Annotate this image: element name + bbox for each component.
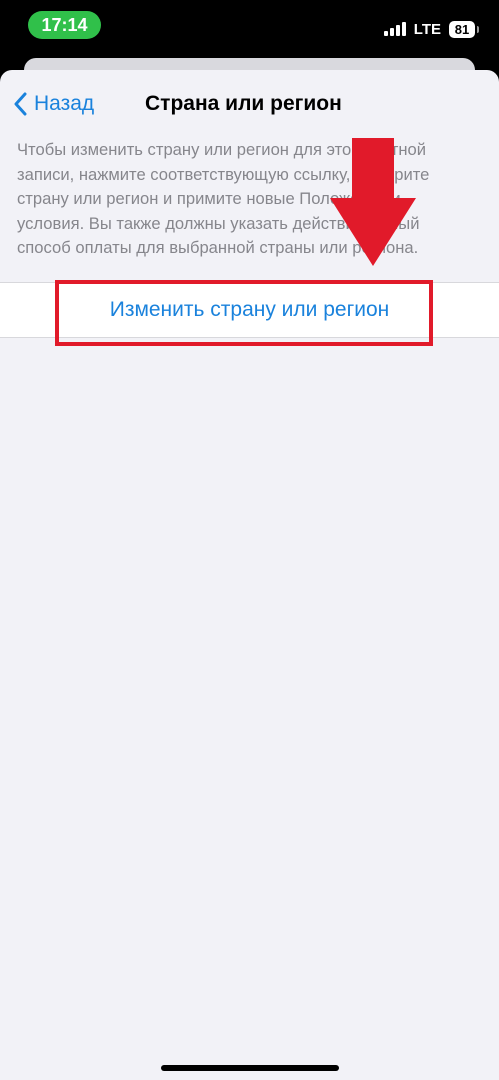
back-button-label: Назад — [34, 92, 95, 115]
screen: 17:14 LTE 81 Назад Страна или регион Что… — [0, 0, 499, 1080]
status-bar: 17:14 LTE 81 — [0, 0, 499, 56]
change-region-link[interactable]: Изменить страну или регион — [0, 283, 499, 337]
country-region-sheet: Назад Страна или регион Чтобы изменить с… — [0, 70, 499, 1080]
home-indicator[interactable] — [161, 1065, 339, 1071]
back-button[interactable]: Назад — [14, 88, 94, 120]
status-time: 17:14 — [28, 11, 101, 39]
status-indicators: LTE 81 — [383, 18, 479, 40]
battery-icon: 81 — [449, 20, 479, 38]
navigation-bar: Назад Страна или регион — [0, 84, 499, 124]
network-label: LTE — [413, 20, 441, 38]
description-text: Чтобы изменить страну или регион для это… — [17, 140, 430, 258]
chevron-left-icon — [14, 92, 27, 116]
page-title: Страна или регион — [145, 92, 342, 115]
signal-icon — [383, 22, 406, 36]
change-region-row[interactable]: Изменить страну или регион — [0, 282, 499, 338]
